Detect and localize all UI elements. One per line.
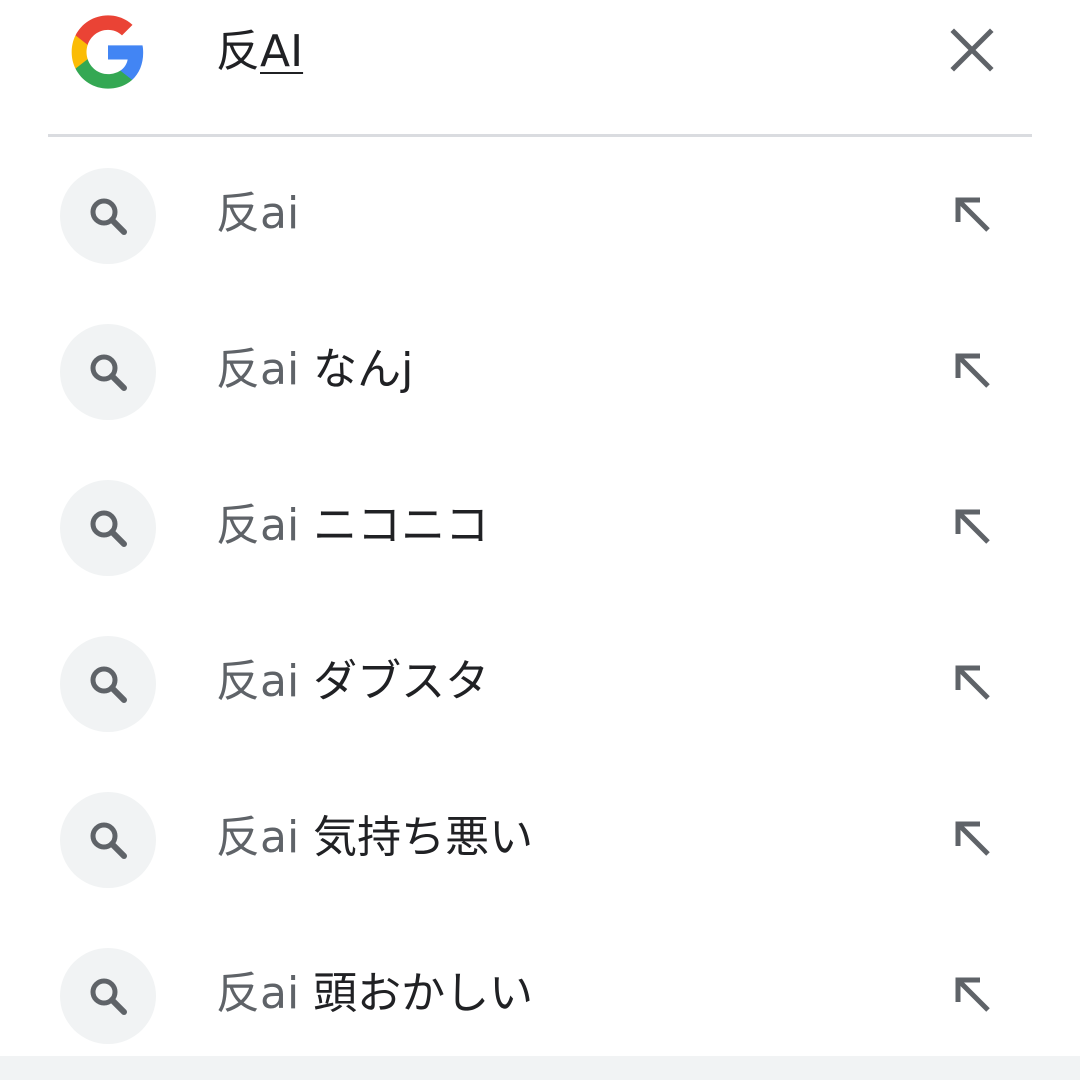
search-icon <box>90 822 127 859</box>
search-icon-circle <box>60 324 156 420</box>
search-icon <box>90 354 127 391</box>
arrow-up-left-icon <box>955 977 990 1012</box>
suggestion-text: 反ai ダブスタ <box>216 656 490 707</box>
arrow-up-left-icon <box>955 197 990 232</box>
suggestion-text: 反ai <box>216 188 300 239</box>
suggestion-text: 反ai 頭おかしい <box>216 968 534 1019</box>
suggestion-text: 反ai 気持ち悪い <box>216 812 534 863</box>
suggestion-item[interactable]: 反ai ダブスタ <box>0 606 1080 762</box>
search-bar: 反AI <box>0 0 1080 110</box>
fill-query-button[interactable] <box>948 502 1000 554</box>
search-icon <box>90 978 127 1015</box>
suggestion-item[interactable]: 反ai ニコニコ <box>0 450 1080 606</box>
fill-query-button[interactable] <box>948 658 1000 710</box>
suggestion-list: 反ai 反ai なんj 反ai ニコニコ 反ai ダブスタ 反ai 気持ち悪い … <box>0 138 1080 1074</box>
search-icon <box>90 198 127 235</box>
divider <box>48 134 1032 137</box>
search-icon <box>90 510 127 547</box>
query-prefix: 反 <box>216 26 260 77</box>
suggestion-text: 反ai なんj <box>216 344 414 395</box>
arrow-up-left-icon <box>955 509 990 544</box>
query-typed: AI <box>260 26 304 77</box>
suggestion-text: 反ai ニコニコ <box>216 500 490 551</box>
google-g-icon <box>68 12 148 92</box>
search-icon-circle <box>60 636 156 732</box>
search-suggestions-page: 反AI 反ai 反ai なんj 反ai ニコニコ 反ai ダブスタ 反ai 気持… <box>0 0 1080 1080</box>
fill-query-button[interactable] <box>948 814 1000 866</box>
search-input[interactable]: 反AI <box>216 22 303 82</box>
fill-query-button[interactable] <box>948 970 1000 1022</box>
search-icon-circle <box>60 792 156 888</box>
suggestion-item[interactable]: 反ai <box>0 138 1080 294</box>
search-icon-circle <box>60 948 156 1044</box>
fill-query-button[interactable] <box>948 346 1000 398</box>
suggestion-item[interactable]: 反ai 気持ち悪い <box>0 762 1080 918</box>
arrow-up-left-icon <box>955 665 990 700</box>
clear-button[interactable] <box>946 24 998 76</box>
arrow-up-left-icon <box>955 821 990 856</box>
close-icon <box>950 28 994 72</box>
fill-query-button[interactable] <box>948 190 1000 242</box>
suggestion-item[interactable]: 反ai 頭おかしい <box>0 918 1080 1074</box>
suggestion-item[interactable]: 反ai なんj <box>0 294 1080 450</box>
search-icon <box>90 666 127 703</box>
search-icon-circle <box>60 168 156 264</box>
arrow-up-left-icon <box>955 353 990 388</box>
bottom-strip <box>0 1056 1080 1080</box>
search-icon-circle <box>60 480 156 576</box>
